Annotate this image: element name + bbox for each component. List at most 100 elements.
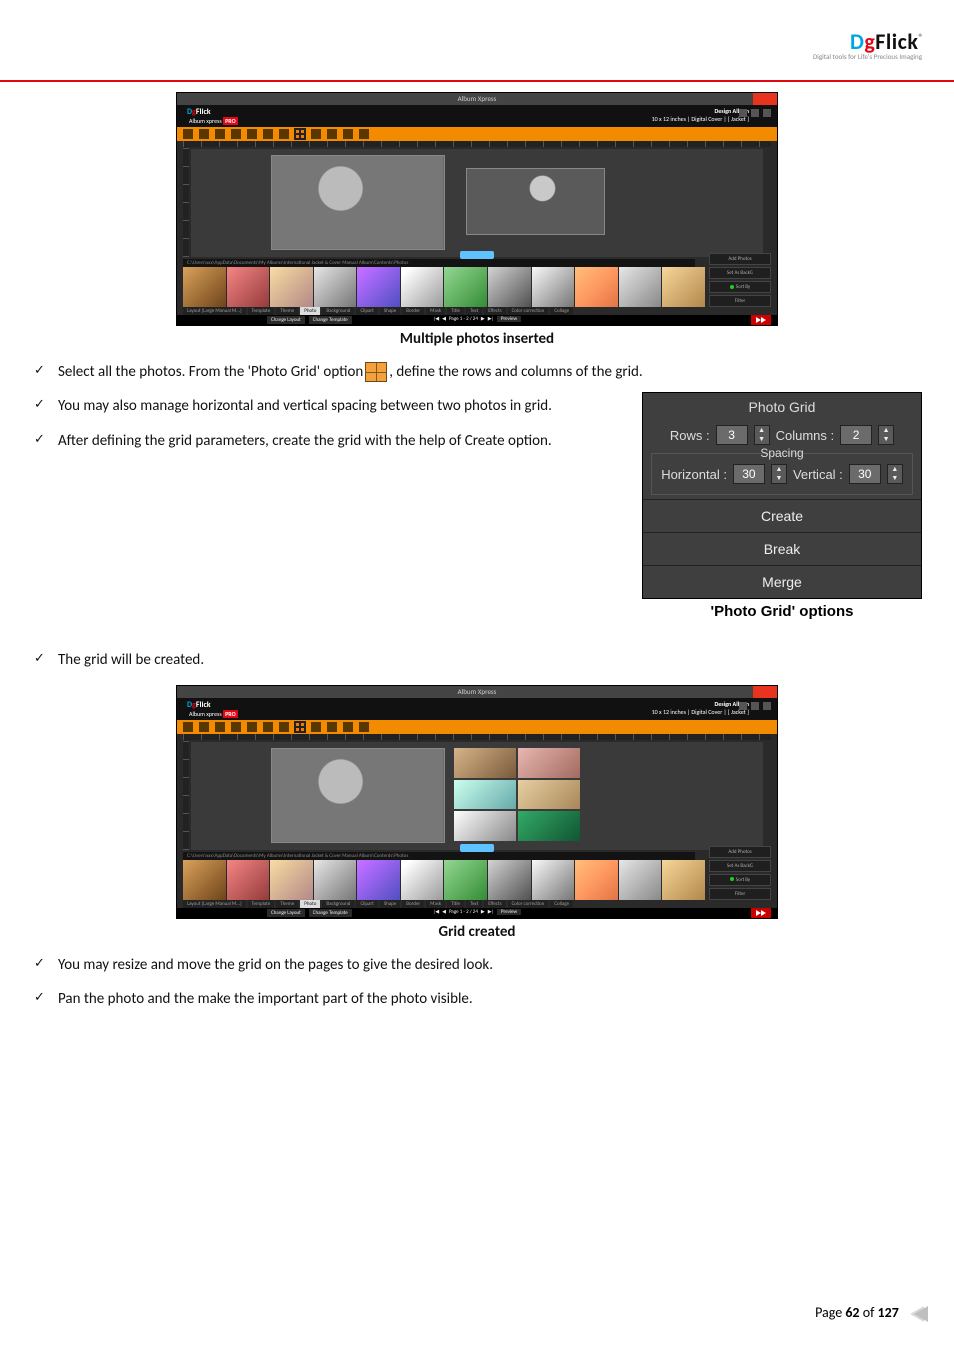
window-close-icon[interactable] <box>753 686 777 698</box>
toolbar-icon[interactable] <box>183 722 193 732</box>
grid-cell[interactable] <box>518 780 580 810</box>
grid-cell[interactable] <box>454 780 516 810</box>
toolbar-icon[interactable] <box>199 722 209 732</box>
horizontal-stepper[interactable]: ▲▼ <box>771 464 787 484</box>
toolbar-icon[interactable] <box>247 129 257 139</box>
help-icon[interactable] <box>763 109 771 117</box>
toolbar-icon[interactable] <box>263 129 273 139</box>
photo-grid-icon[interactable] <box>295 722 305 732</box>
tab[interactable]: Effects <box>484 307 505 315</box>
tab[interactable]: Shape <box>380 900 400 908</box>
tab[interactable]: Title <box>447 307 464 315</box>
tab[interactable]: Template <box>248 307 275 315</box>
rows-input[interactable]: 3 <box>716 425 748 445</box>
filter-button[interactable]: Filter <box>709 295 771 307</box>
tab[interactable]: Layout [Large Manual M...] <box>183 307 246 315</box>
thumb[interactable] <box>401 860 444 900</box>
thumb[interactable] <box>227 860 270 900</box>
tool-icon[interactable] <box>751 702 759 710</box>
rows-stepper[interactable]: ▲▼ <box>754 425 770 445</box>
page-navigator[interactable]: |◀◀Page 1 - 2 / 24▶▶| Preview <box>433 909 521 915</box>
tab[interactable]: Theme <box>276 307 298 315</box>
tab[interactable]: Color correction <box>508 900 549 908</box>
home-icon[interactable] <box>739 109 747 117</box>
inserted-photo[interactable] <box>466 168 605 235</box>
sort-by-button[interactable]: Sort By <box>709 281 771 293</box>
next-button[interactable] <box>751 315 771 325</box>
zoom-indicator[interactable] <box>460 251 494 259</box>
tab[interactable]: Template <box>248 900 275 908</box>
tab[interactable]: Background <box>322 307 354 315</box>
page-navigator[interactable]: |◀◀Page 1 - 2 / 24▶▶| Preview <box>433 316 521 322</box>
next-button[interactable] <box>751 908 771 918</box>
thumb[interactable] <box>662 267 705 307</box>
design-canvas[interactable] <box>191 149 763 257</box>
tab[interactable]: Collage <box>550 900 573 908</box>
grid-cell[interactable] <box>518 748 580 778</box>
thumb[interactable] <box>270 267 313 307</box>
photo-thumbs[interactable] <box>183 267 705 307</box>
toolbar-icon[interactable] <box>215 722 225 732</box>
toolbar-icon[interactable] <box>311 722 321 732</box>
photo-thumbs[interactable] <box>183 860 705 900</box>
help-icon[interactable] <box>763 702 771 710</box>
merge-button[interactable]: Merge <box>643 565 921 598</box>
add-photos-button[interactable]: Add Photos <box>709 846 771 858</box>
toolbar-icon[interactable] <box>199 129 209 139</box>
toolbar-icon[interactable] <box>343 129 353 139</box>
grid-cell[interactable] <box>271 748 445 843</box>
toolbar-icon[interactable] <box>311 129 321 139</box>
grid-cell[interactable] <box>518 811 580 841</box>
thumb[interactable] <box>183 267 226 307</box>
break-button[interactable]: Break <box>643 532 921 565</box>
home-icon[interactable] <box>739 702 747 710</box>
thumb[interactable] <box>488 267 531 307</box>
grid-cell[interactable] <box>454 811 516 841</box>
tab[interactable]: Border <box>402 307 424 315</box>
sort-by-button[interactable]: Sort By <box>709 874 771 886</box>
horizontal-input[interactable]: 30 <box>733 464 765 484</box>
thumb[interactable] <box>183 860 226 900</box>
toolbar-icon[interactable] <box>343 722 353 732</box>
thumb[interactable] <box>532 860 575 900</box>
thumb[interactable] <box>227 267 270 307</box>
change-template-button[interactable]: Change Template <box>309 909 352 917</box>
tab[interactable]: Mask <box>426 307 445 315</box>
toolbar-icon[interactable] <box>279 129 289 139</box>
thumb[interactable] <box>619 267 662 307</box>
thumb[interactable] <box>575 860 618 900</box>
toolbar-icon[interactable] <box>183 129 193 139</box>
thumb[interactable] <box>314 860 357 900</box>
cols-stepper[interactable]: ▲▼ <box>878 425 894 445</box>
set-as-bg-button[interactable]: Set As BackG <box>709 860 771 872</box>
thumb[interactable] <box>619 860 662 900</box>
toolbar-icon[interactable] <box>231 722 241 732</box>
tab[interactable]: Border <box>402 900 424 908</box>
design-canvas[interactable] <box>191 742 763 850</box>
tab[interactable]: Background <box>322 900 354 908</box>
toolbar-icon[interactable] <box>327 722 337 732</box>
tab-photo[interactable]: Photo <box>300 900 320 908</box>
toolbar-icon[interactable] <box>327 129 337 139</box>
set-as-bg-button[interactable]: Set As BackG <box>709 267 771 279</box>
tab[interactable]: Text <box>466 307 482 315</box>
tab[interactable]: Shape <box>380 307 400 315</box>
zoom-indicator[interactable] <box>460 844 494 852</box>
tab[interactable]: Layout [Large Manual M...] <box>183 900 246 908</box>
tab[interactable]: Color correction <box>508 307 549 315</box>
thumb[interactable] <box>444 267 487 307</box>
thumb[interactable] <box>662 860 705 900</box>
photo-grid[interactable] <box>454 748 580 841</box>
tab[interactable]: Effects <box>484 900 505 908</box>
thumb[interactable] <box>314 267 357 307</box>
filter-button[interactable]: Filter <box>709 888 771 900</box>
vertical-input[interactable]: 30 <box>849 464 881 484</box>
tab[interactable]: Text <box>466 900 482 908</box>
vertical-stepper[interactable]: ▲▼ <box>887 464 903 484</box>
change-layout-button[interactable]: Change Layout <box>267 316 305 324</box>
thumb[interactable] <box>357 860 400 900</box>
inserted-photo[interactable] <box>271 155 445 250</box>
tab[interactable]: Clipart <box>356 307 377 315</box>
change-layout-button[interactable]: Change Layout <box>267 909 305 917</box>
tab[interactable]: Collage <box>550 307 573 315</box>
